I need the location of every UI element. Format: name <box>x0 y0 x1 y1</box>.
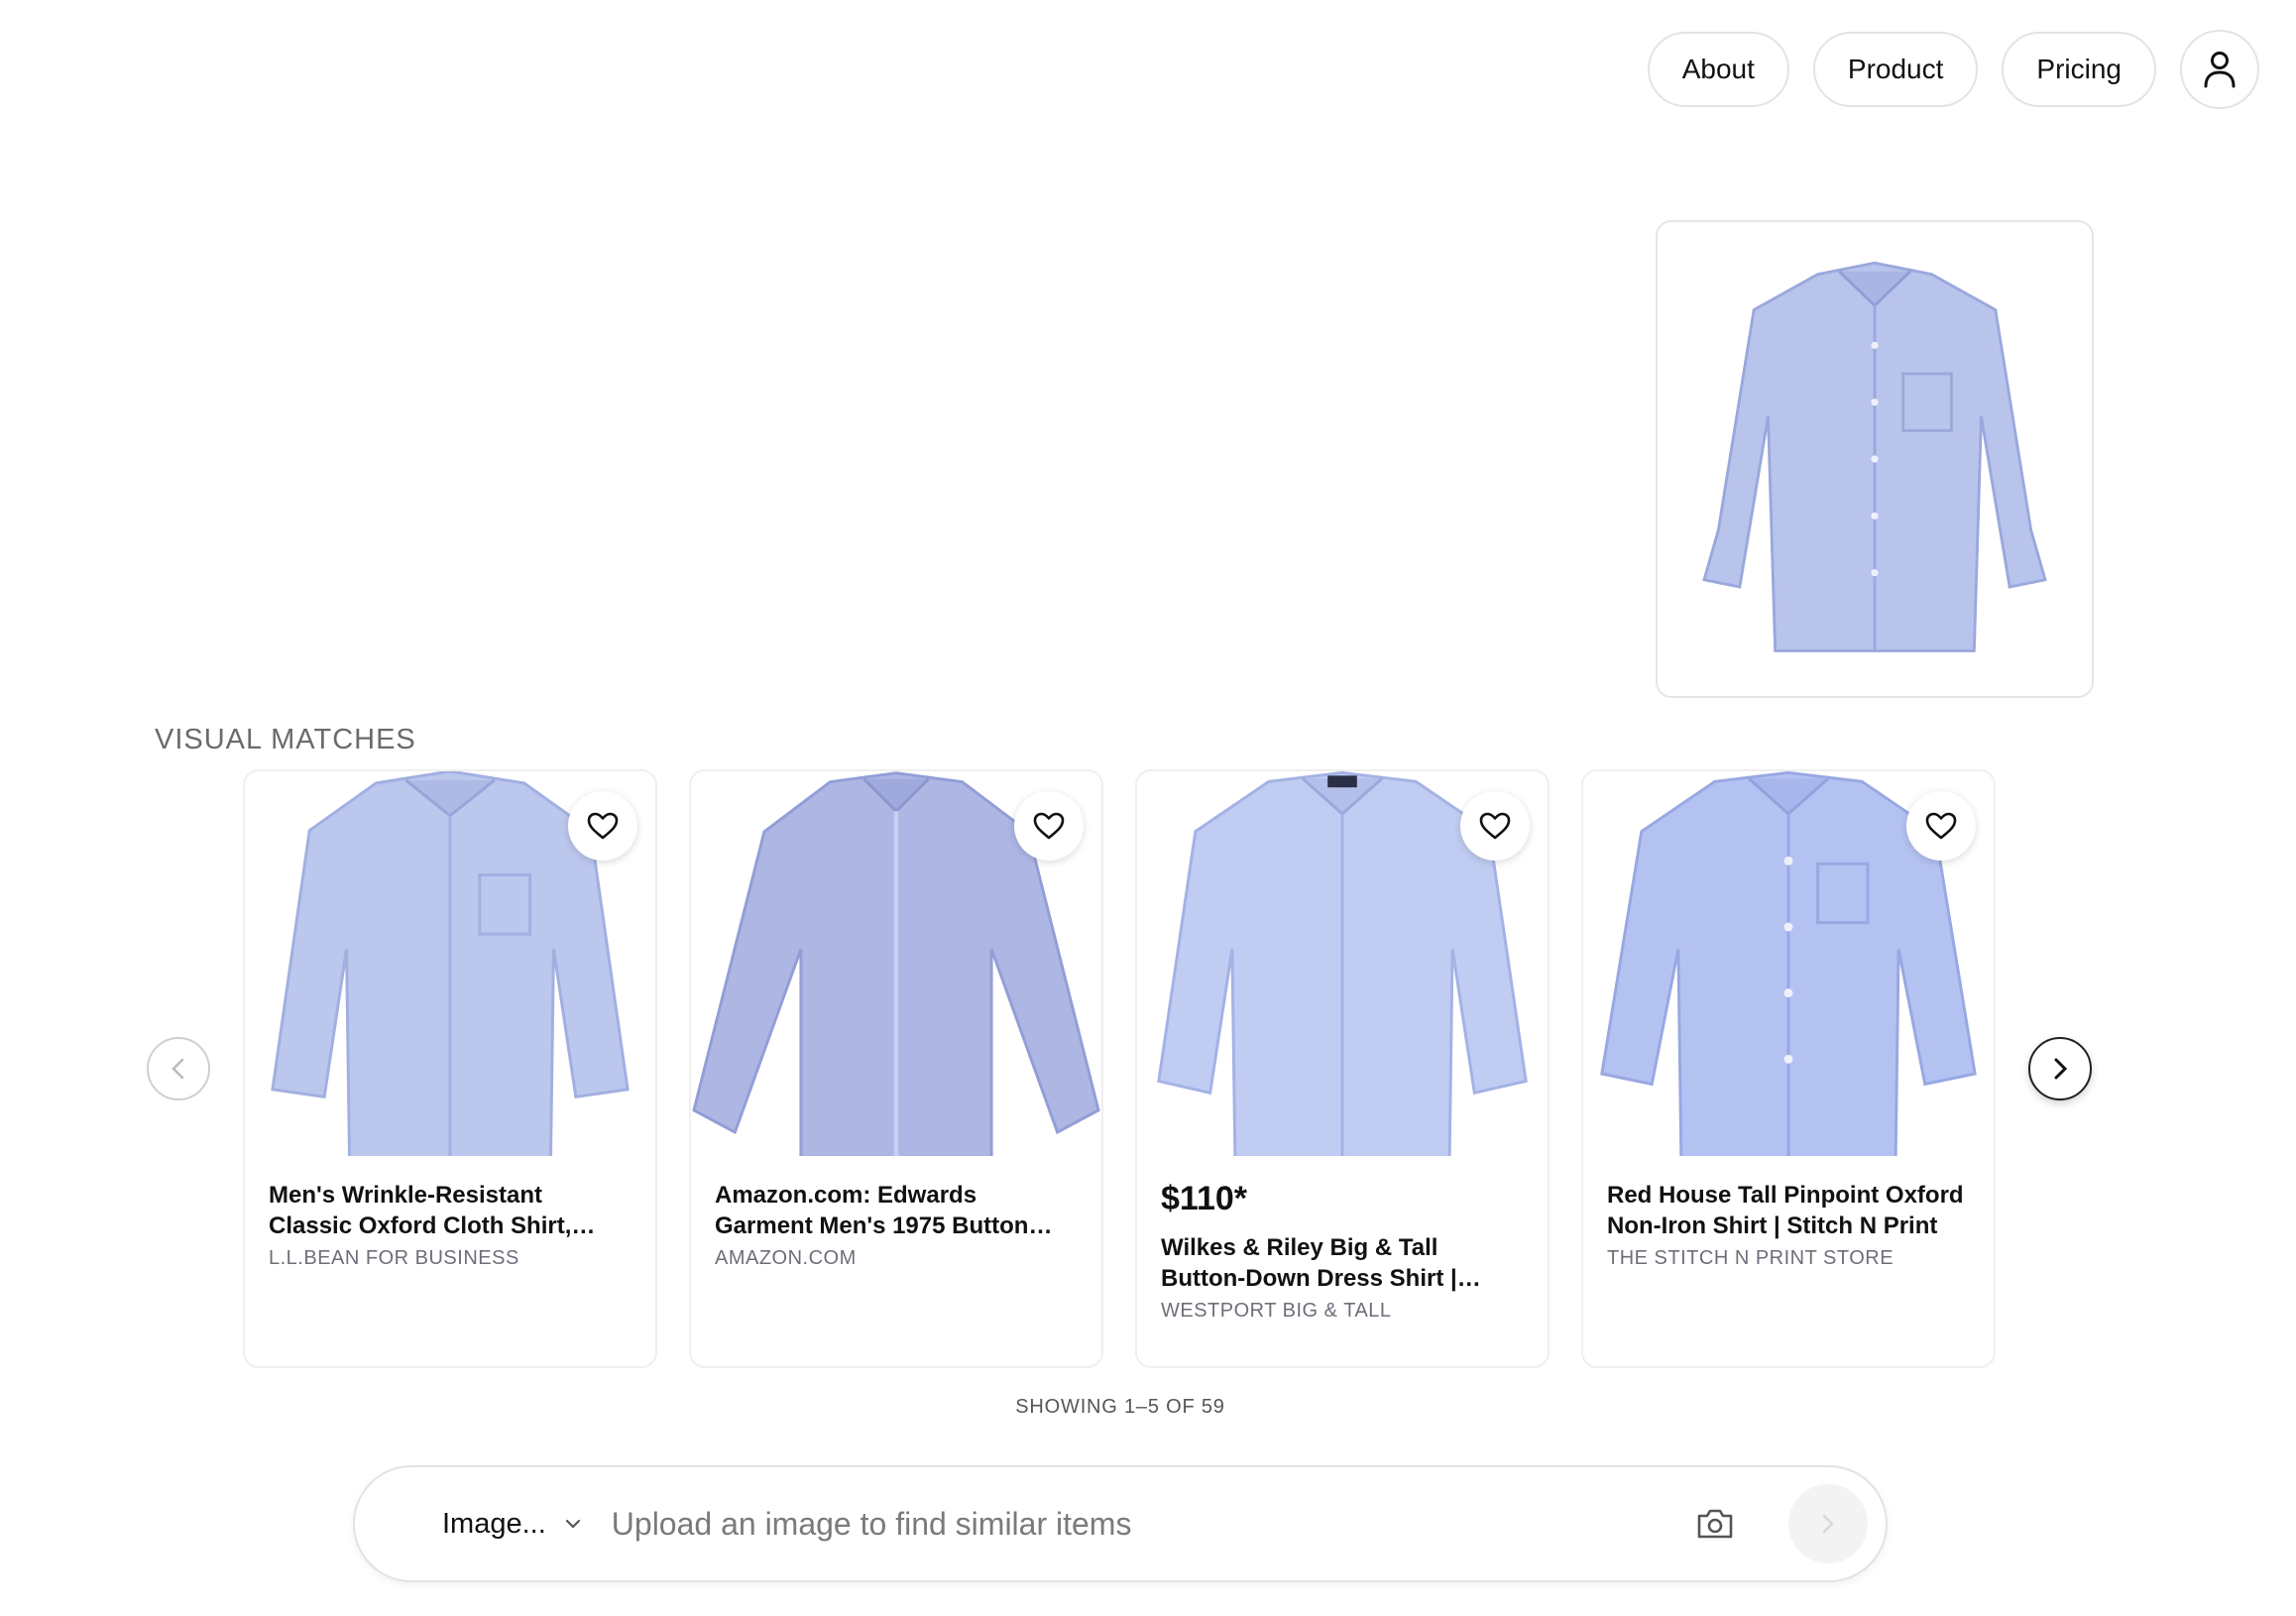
search-submit-button[interactable] <box>1788 1484 1868 1563</box>
favorite-button[interactable] <box>1460 791 1530 861</box>
nav-pricing-button[interactable]: Pricing <box>2002 32 2156 107</box>
query-image-card <box>1656 220 2094 698</box>
search-input[interactable] <box>611 1505 1685 1543</box>
nav-product-button[interactable]: Product <box>1812 32 1979 107</box>
result-title[interactable]: Amazon.com: Edwards Garment Men's 1975 B… <box>715 1180 1078 1241</box>
result-source: L.L.BEAN FOR BUSINESS <box>269 1247 519 1269</box>
result-info: Amazon.com: Edwards Garment Men's 1975 B… <box>691 1156 1101 1270</box>
visual-matches-heading: VISUAL MATCHES <box>155 724 416 755</box>
result-card[interactable]: Men's Wrinkle-Resistant Classic Oxford C… <box>243 769 657 1368</box>
heart-icon <box>587 812 619 840</box>
heart-icon <box>1033 812 1065 840</box>
carousel-next-button[interactable] <box>2028 1037 2092 1100</box>
result-title[interactable]: Red House Tall Pinpoint Oxford Non-Iron … <box>1607 1180 1970 1241</box>
search-bar: Image... <box>353 1465 1888 1582</box>
results-carousel: Men's Wrinkle-Resistant Classic Oxford C… <box>243 769 1996 1368</box>
shirt-image <box>1702 261 2047 652</box>
chevron-down-icon <box>565 1519 580 1529</box>
top-nav: About Product Pricing <box>1647 30 2259 109</box>
user-icon <box>2204 52 2236 88</box>
result-source: THE STITCH N PRINT STORE <box>1607 1247 1894 1269</box>
chevron-left-icon <box>172 1058 184 1080</box>
favorite-button[interactable] <box>1014 791 1084 861</box>
camera-icon <box>1697 1509 1733 1539</box>
account-button[interactable] <box>2180 30 2259 109</box>
result-title[interactable]: Men's Wrinkle-Resistant Classic Oxford C… <box>269 1180 631 1241</box>
camera-button[interactable] <box>1685 1494 1745 1554</box>
result-source: AMAZON.COM <box>715 1247 857 1269</box>
result-info: Red House Tall Pinpoint Oxford Non-Iron … <box>1583 1156 1994 1270</box>
result-price: $110* <box>1161 1180 1247 1217</box>
arrow-right-icon <box>1822 1514 1834 1534</box>
chevron-right-icon <box>2054 1058 2068 1080</box>
search-mode-label: Image... <box>442 1507 546 1540</box>
heart-icon <box>1479 812 1511 840</box>
result-info: Men's Wrinkle-Resistant Classic Oxford C… <box>245 1156 655 1270</box>
result-title[interactable]: Wilkes & Riley Big & Tall Button-Down Dr… <box>1161 1232 1524 1294</box>
favorite-button[interactable] <box>1906 791 1976 861</box>
heart-icon <box>1925 812 1957 840</box>
nav-about-button[interactable]: About <box>1647 32 1789 107</box>
favorite-button[interactable] <box>568 791 637 861</box>
pagination-status: SHOWING 1–5 OF 59 <box>1015 1396 1225 1418</box>
result-card[interactable]: Red House Tall Pinpoint Oxford Non-Iron … <box>1581 769 1996 1368</box>
result-info: $110* Wilkes & Riley Big & Tall Button-D… <box>1137 1156 1548 1323</box>
result-source: WESTPORT BIG & TALL <box>1161 1300 1392 1322</box>
search-mode-dropdown[interactable]: Image... <box>442 1508 582 1541</box>
result-card[interactable]: Amazon.com: Edwards Garment Men's 1975 B… <box>689 769 1103 1368</box>
result-card[interactable]: $110* Wilkes & Riley Big & Tall Button-D… <box>1135 769 1550 1368</box>
carousel-prev-button[interactable] <box>147 1037 210 1100</box>
